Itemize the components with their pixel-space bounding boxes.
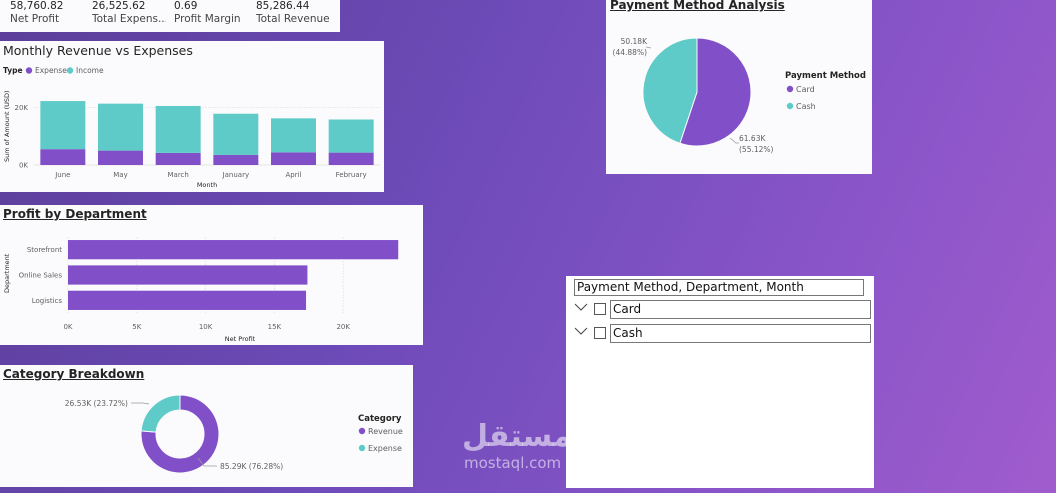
dept-x-axis-title: Net Profit	[225, 335, 256, 343]
card-data-label-value: 61.63K	[739, 134, 766, 143]
y-tick-label: Storefront	[27, 246, 62, 254]
legend-income-label: Income	[76, 66, 104, 75]
kpi-strip: 58,760.82 Net Profit 26,525.62 Total Exp…	[0, 0, 340, 32]
y-tick-label: Logistics	[32, 297, 63, 305]
legend-card-label[interactable]: Card	[796, 85, 815, 94]
slicer-item-label[interactable]: Card	[610, 300, 871, 319]
bar-expense[interactable]	[40, 149, 86, 165]
y-tick-label: 0K	[19, 162, 28, 170]
x-tick-label: 0K	[63, 323, 72, 331]
monthly-revenue-card[interactable]: Monthly Revenue vs Expenses Type Expense…	[0, 41, 384, 192]
bar-expense[interactable]	[328, 152, 374, 165]
monthly-x-axis-title: Month	[197, 181, 217, 189]
profit-by-department-chart[interactable]: Department Net Profit 0K 5K 10K 15K 20K Store…	[0, 205, 423, 345]
slicer-header: Payment Method, Department, Month	[574, 279, 864, 296]
bar-net-profit[interactable]	[68, 240, 399, 260]
bar-expense[interactable]	[155, 152, 201, 165]
legend-cash-dot	[786, 102, 794, 110]
slicer-item-card[interactable]: Card	[574, 300, 871, 319]
chevron-down-icon[interactable]	[574, 326, 588, 336]
bar-income[interactable]	[213, 113, 259, 155]
kpi-label: Net Profit	[10, 13, 60, 25]
bar-income[interactable]	[40, 101, 86, 150]
legend-revenue-dot	[358, 427, 366, 435]
kpi-label: Total Expens...	[92, 13, 166, 25]
slice-expense[interactable]	[140, 394, 181, 433]
bar-income[interactable]	[328, 119, 374, 153]
kpi-value: 0.69	[174, 0, 198, 12]
kpi-label: Profit Margin	[174, 13, 241, 25]
slicer-item-cash[interactable]: Cash	[574, 324, 871, 343]
category-legend-title: Category	[358, 414, 402, 424]
bar-income[interactable]	[98, 103, 143, 151]
x-tick-label: 10K	[199, 323, 213, 331]
cash-data-label-value: 50.18K	[621, 37, 648, 46]
profit-by-department-card[interactable]: Profit by Department Department Net Prof…	[0, 205, 423, 345]
bar-expense[interactable]	[271, 152, 316, 165]
legend-card-dot	[786, 85, 794, 93]
x-tick-label: June	[54, 171, 70, 179]
kpi-total-revenue[interactable]: 85,286.44 Total Revenue	[256, 0, 338, 25]
kpi-total-expenses[interactable]: 26,525.62 Total Expens...	[92, 0, 166, 25]
card-leader-line	[729, 137, 739, 144]
legend-revenue-label[interactable]: Revenue	[368, 427, 403, 436]
payment-method-pie-chart[interactable]: 61.63K (55.12%) 50.18K (44.88%) Payment …	[606, 0, 872, 174]
legend-income-dot	[66, 67, 74, 74]
watermark-latin: mostaql.com	[464, 454, 562, 472]
bar-income[interactable]	[155, 105, 201, 153]
payment-legend-title: Payment Method	[785, 71, 866, 81]
monthly-revenue-chart[interactable]: Type Expense Income Sum of Amount (USD) …	[0, 41, 384, 192]
expense-leader-line	[131, 402, 150, 405]
kpi-value: 85,286.44	[256, 0, 310, 12]
x-tick-label: February	[336, 171, 367, 179]
legend-expense-label: Expense	[35, 66, 67, 75]
legend-expense-dot	[358, 444, 366, 452]
slicer-checkbox[interactable]	[594, 303, 606, 315]
x-tick-label: March	[167, 171, 188, 179]
bar-expense[interactable]	[213, 154, 259, 165]
x-tick-label: May	[113, 171, 127, 179]
payment-method-card[interactable]: Payment Method Analysis 61.63K (55.12%) …	[606, 0, 872, 174]
card-data-label-pct: (55.12%)	[739, 145, 774, 154]
slicer-checkbox[interactable]	[594, 327, 606, 339]
watermark-arabic: مستقل	[462, 419, 572, 454]
watermark-logo: مستقل mostaql.com	[462, 419, 572, 473]
monthly-y-axis-title: Sum of Amount (USD)	[3, 90, 11, 162]
kpi-label: Total Revenue	[256, 13, 330, 25]
dept-y-axis-title: Department	[3, 253, 11, 293]
x-tick-label: 15K	[268, 323, 282, 331]
revenue-data-label: 85.29K (76.28%)	[220, 462, 283, 471]
legend-cash-label[interactable]: Cash	[796, 102, 816, 111]
monthly-legend-title: Type	[3, 66, 23, 75]
bar-income[interactable]	[271, 118, 316, 153]
x-tick-label: 5K	[132, 323, 141, 331]
kpi-profit-margin[interactable]: 0.69 Profit Margin	[174, 0, 252, 25]
slicer-item-label[interactable]: Cash	[610, 324, 871, 343]
category-donut-chart[interactable]: 26.53K (23.72%) 85.29K (76.28%) Category…	[0, 365, 413, 487]
chevron-down-icon[interactable]	[574, 302, 588, 312]
legend-expense-label[interactable]: Expense	[368, 444, 402, 453]
bar-expense[interactable]	[98, 150, 143, 165]
legend-expense-dot	[25, 67, 33, 74]
category-breakdown-card[interactable]: Category Breakdown 26.53K (23.72%) 85.29…	[0, 365, 413, 487]
x-tick-label: April	[286, 171, 302, 179]
x-tick-label: January	[222, 171, 250, 179]
monthly-legend: Type Expense Income	[3, 66, 104, 75]
x-tick-label: 20K	[336, 323, 350, 331]
y-tick-label: 20K	[15, 104, 29, 112]
y-tick-label: Online Sales	[19, 272, 63, 280]
bar-net-profit[interactable]	[68, 265, 308, 285]
bar-net-profit[interactable]	[68, 290, 307, 310]
kpi-net-profit[interactable]: 58,760.82 Net Profit	[10, 0, 88, 25]
cash-data-label-pct: (44.88%)	[613, 48, 648, 57]
kpi-value: 26,525.62	[92, 0, 146, 12]
expense-data-label: 26.53K (23.72%)	[65, 399, 128, 408]
hierarchy-slicer[interactable]: Payment Method, Department, Month Card C…	[566, 276, 874, 488]
kpi-value: 58,760.82	[10, 0, 64, 12]
